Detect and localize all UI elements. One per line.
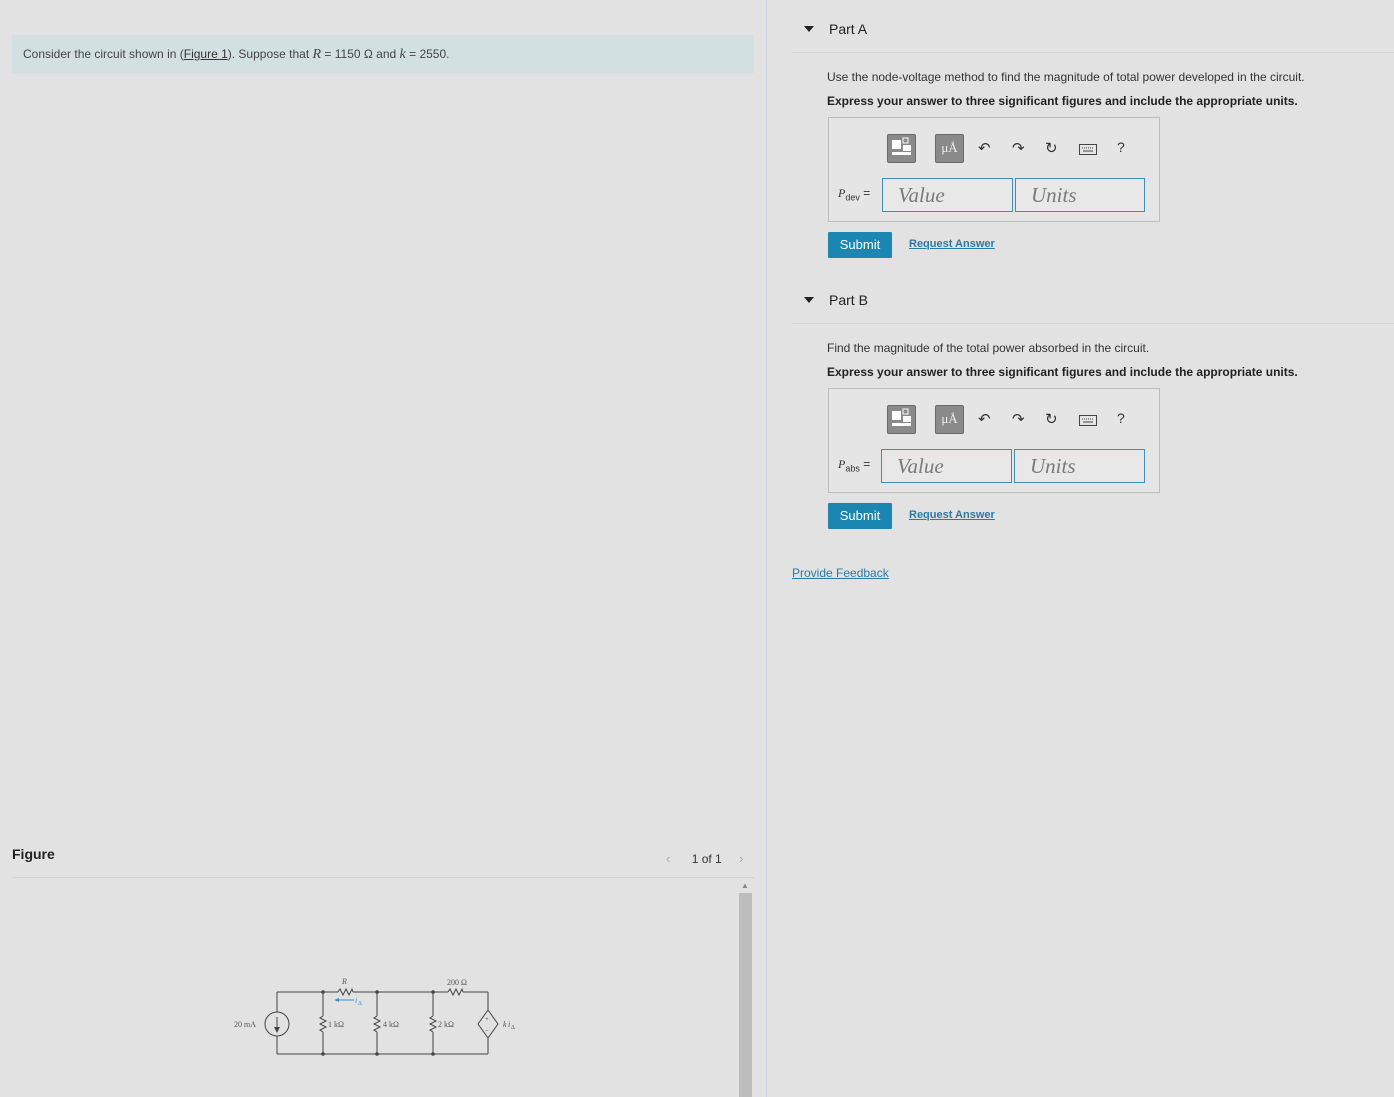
part-b-units-input[interactable]: Units [1014, 449, 1145, 483]
redo-icon[interactable]: ↷ [1012, 410, 1025, 428]
figure-pager: ‹ 1 of 1 › [666, 851, 743, 866]
help-icon[interactable]: ? [1117, 139, 1125, 155]
units-button[interactable]: μÅ [935, 134, 964, 163]
r2-label: 4 kΩ [383, 1020, 399, 1029]
dep-sub-label: Δ [511, 1025, 515, 1031]
part-b-header[interactable]: Part B [792, 281, 1394, 324]
collapse-triangle-icon[interactable] [804, 297, 814, 303]
reset-icon[interactable]: ↻ [1045, 139, 1058, 157]
i-delta-label: i [355, 996, 357, 1005]
template-icon [892, 408, 911, 426]
reset-icon[interactable]: ↻ [1045, 410, 1058, 428]
collapse-triangle-icon[interactable] [804, 26, 814, 32]
r4-label: 200 Ω [447, 978, 467, 987]
figure-title: Figure [12, 846, 55, 862]
figure-page-count: 1 of 1 [691, 852, 722, 866]
prev-figure-icon[interactable]: ‹ [666, 851, 670, 866]
part-a-title: Part A [829, 21, 868, 37]
r-value: = 1150 Ω and [321, 47, 400, 61]
figure-link[interactable]: Figure 1 [184, 47, 228, 61]
part-b-answer-box: μÅ ↶ ↷ ↻ ? Pabs = Value Units [828, 388, 1160, 493]
part-a-value-input[interactable]: Value [882, 178, 1013, 212]
provide-feedback-link[interactable]: Provide Feedback [792, 566, 889, 580]
next-figure-icon[interactable]: › [739, 851, 743, 866]
keyboard-icon[interactable] [1079, 143, 1097, 160]
template-button[interactable] [887, 134, 916, 163]
k-value: = 2550. [405, 47, 450, 61]
dep-i-label: i [508, 1020, 510, 1029]
problem-text-2: ). Suppose that [227, 47, 313, 61]
undo-icon[interactable]: ↶ [978, 410, 991, 428]
keyboard-icon[interactable] [1079, 414, 1097, 431]
part-b-instruction: Express your answer to three significant… [827, 365, 1298, 379]
part-a-instruction: Express your answer to three significant… [827, 94, 1298, 108]
right-pane: Part A Use the node-voltage method to fi… [767, 0, 1394, 1097]
r-label: R [341, 977, 347, 986]
figure-divider [12, 877, 754, 878]
part-b-value-input[interactable]: Value [881, 449, 1012, 483]
part-a-units-input[interactable]: Units [1015, 178, 1145, 212]
r-variable: R [312, 47, 322, 62]
math-toolbar: μÅ ↶ ↷ ↻ ? [881, 401, 1143, 437]
part-a-submit-button[interactable]: Submit [828, 232, 892, 258]
part-a-header[interactable]: Part A [792, 10, 1394, 53]
math-toolbar: μÅ ↶ ↷ ↻ ? [881, 130, 1143, 166]
circuit-diagram: 20 mA R i Δ 1 kΩ 4 kΩ 2 kΩ 200 Ω k i Δ +… [234, 977, 515, 1056]
redo-icon[interactable]: ↷ [1012, 139, 1025, 157]
part-b-submit-button[interactable]: Submit [828, 503, 892, 529]
p-abs-label: Pabs = [838, 457, 871, 474]
part-b-question: Find the magnitude of the total power ab… [827, 341, 1150, 355]
i-delta-sub: Δ [358, 1001, 362, 1007]
r1-label: 1 kΩ [328, 1020, 344, 1029]
problem-statement: Consider the circuit shown in (Figure 1)… [12, 35, 754, 73]
template-icon [892, 137, 911, 155]
units-button[interactable]: μÅ [935, 405, 964, 434]
undo-icon[interactable]: ↶ [978, 139, 991, 157]
dep-k-label: k [503, 1020, 507, 1029]
part-b-request-answer-link[interactable]: Request Answer [909, 509, 995, 521]
p-dev-label: Pdev = [838, 186, 871, 203]
figure-scrollbar[interactable] [739, 893, 752, 1097]
part-a-request-answer-link[interactable]: Request Answer [909, 238, 995, 250]
dep-plus-label: + [485, 1015, 489, 1023]
part-a-question: Use the node-voltage method to find the … [827, 70, 1305, 84]
part-b-title: Part B [829, 292, 868, 308]
dep-minus-label: − [485, 1027, 489, 1035]
help-icon[interactable]: ? [1117, 410, 1125, 426]
source-label: 20 mA [234, 1020, 256, 1029]
r3-label: 2 kΩ [438, 1020, 454, 1029]
part-a-answer-box: μÅ ↶ ↷ ↻ ? Pdev = Value Units [828, 117, 1160, 222]
template-button[interactable] [887, 405, 916, 434]
left-pane: Consider the circuit shown in (Figure 1)… [0, 0, 766, 1097]
problem-text-1: Consider the circuit shown in ( [23, 47, 184, 61]
scroll-up-icon[interactable]: ▲ [741, 881, 749, 890]
